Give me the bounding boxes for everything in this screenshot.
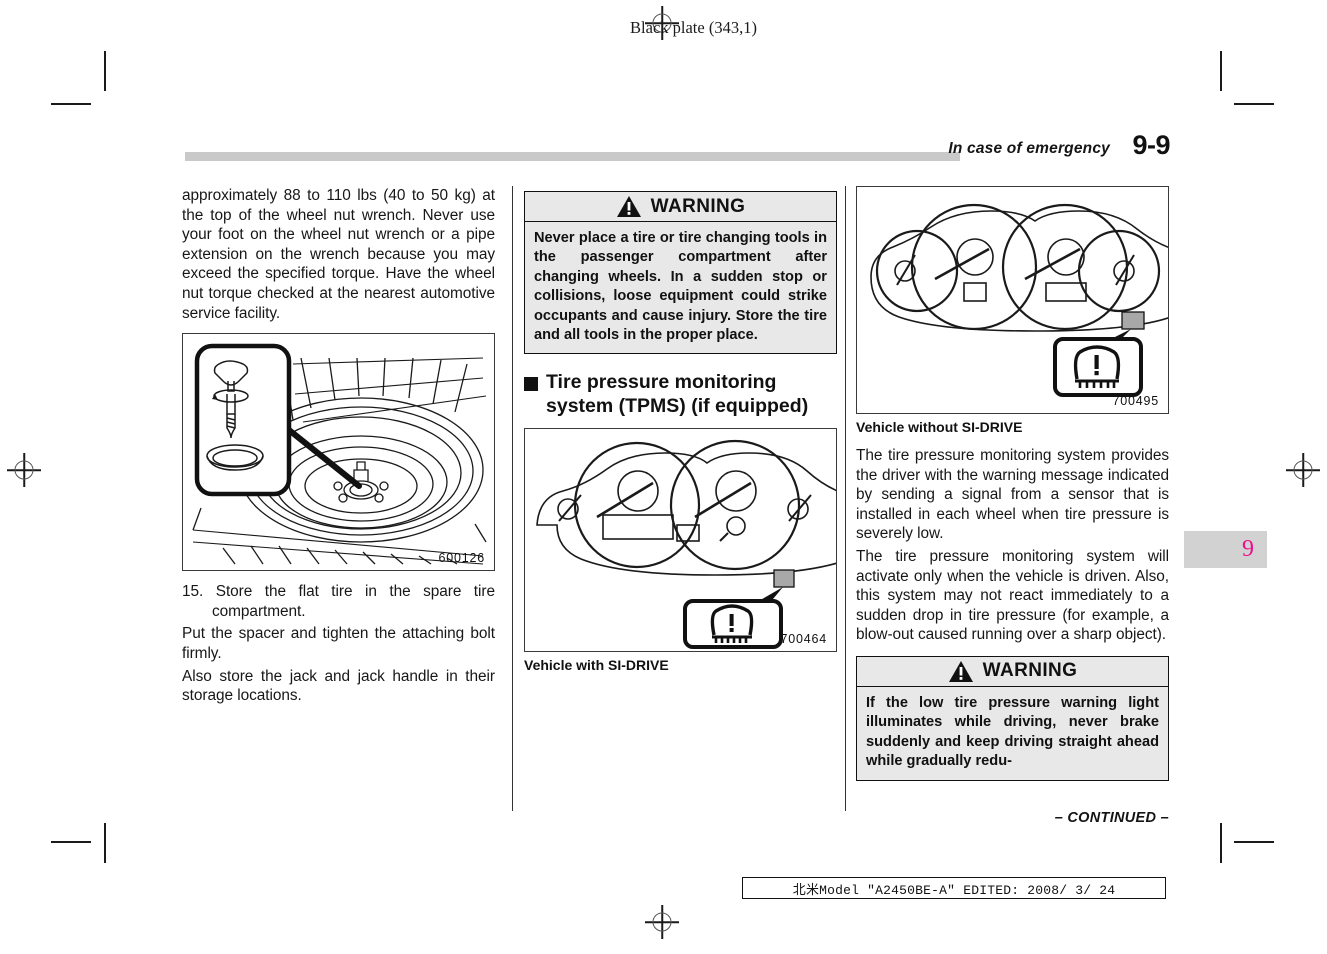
figure-cluster-without-si-drive: 700495 bbox=[856, 186, 1169, 414]
crop-mark-top-right-horizontal bbox=[1234, 103, 1274, 105]
section-heading-tpms: Tire pressure monitoring system (TPMS) (… bbox=[524, 370, 837, 418]
figure-number: 600126 bbox=[438, 551, 485, 566]
left-paragraph-2: Put the spacer and tighten the attaching… bbox=[182, 625, 495, 662]
warning-header: WARNING bbox=[524, 191, 837, 222]
page-number: 9-9 bbox=[1132, 130, 1170, 160]
crop-mark-top-left-horizontal bbox=[51, 103, 91, 105]
figure-caption: Vehicle with SI-DRIVE bbox=[524, 657, 669, 674]
figure-number: 700464 bbox=[780, 632, 827, 647]
column-left: approximately 88 to 110 lbs (40 to 50 kg… bbox=[182, 186, 495, 706]
manual-page: Black plate (343,1) In case of emergency… bbox=[0, 0, 1327, 954]
column-divider-left bbox=[512, 186, 514, 811]
warning-triangle-icon bbox=[948, 660, 973, 682]
left-paragraph-1: approximately 88 to 110 lbs (40 to 50 kg… bbox=[182, 187, 495, 322]
running-head: In case of emergency 9-9 bbox=[185, 130, 1170, 170]
crop-mark-bottom-right-horizontal bbox=[1234, 841, 1274, 843]
registration-mark-right bbox=[1286, 453, 1320, 487]
column-divider-right bbox=[845, 186, 847, 811]
crop-mark-top-left-vertical bbox=[104, 51, 106, 91]
left-step-15: 15. Store the flat tire in the spare tir… bbox=[182, 583, 495, 620]
chapter-thumb-tab: 9 bbox=[1184, 531, 1267, 568]
black-plate-text: Black plate (343,1) bbox=[630, 18, 757, 37]
tpms-telltale-location bbox=[773, 569, 795, 589]
warning-label: WARNING bbox=[982, 660, 1078, 682]
registration-mark-left bbox=[7, 453, 41, 487]
edit-stamp-text: 北米Model "A2450BE-A" EDITED: 2008/ 3/ 24 bbox=[792, 882, 1116, 898]
warning-label: WARNING bbox=[650, 195, 746, 217]
crop-mark-top-right-vertical bbox=[1220, 51, 1222, 91]
figure-spare-tire-compartment: 600126 bbox=[182, 333, 495, 572]
column-middle: WARNING Never place a tire or tire chang… bbox=[524, 186, 837, 673]
running-head-section: In case of emergency bbox=[948, 140, 1110, 157]
warning-body: Never place a tire or tire changing tool… bbox=[524, 222, 837, 355]
left-paragraph-3: Also store the jack and jack handle in t… bbox=[182, 667, 495, 705]
warning-text: Never place a tire or tire changing tool… bbox=[534, 230, 827, 344]
crop-mark-bottom-right-vertical bbox=[1220, 823, 1222, 863]
spare-tire-compartment-illustration bbox=[191, 343, 487, 565]
right-paragraph-1: The tire pressure monitoring system prov… bbox=[856, 447, 1169, 543]
warning-box-low-pressure: WARNING If the low tire pressure warning… bbox=[856, 655, 1169, 781]
warning-header: WARNING bbox=[856, 655, 1169, 687]
section-bullet-icon bbox=[524, 377, 538, 392]
instrument-cluster-without-si-drive-illustration bbox=[870, 203, 1168, 397]
black-plate-label: Black plate (343,1) bbox=[0, 18, 1327, 38]
warning-box-tools: WARNING Never place a tire or tire chang… bbox=[524, 191, 837, 355]
chapter-thumb-tab-number: 9 bbox=[1242, 536, 1254, 562]
section-heading-text: Tire pressure monitoring system (TPMS) (… bbox=[546, 371, 809, 418]
right-paragraph-2: The tire pressure monitoring system will… bbox=[856, 547, 1169, 644]
figure-cluster-with-si-drive: 700464 bbox=[524, 428, 837, 653]
crop-mark-bottom-left-vertical bbox=[104, 823, 106, 863]
warning-text: If the low tire pressure warning light i… bbox=[866, 694, 1159, 770]
column-right: 700495 Vehicle without SI-DRIVE The tire… bbox=[856, 186, 1169, 781]
figure-caption: Vehicle without SI-DRIVE bbox=[856, 419, 1023, 435]
crop-mark-bottom-left-horizontal bbox=[51, 841, 91, 843]
tpms-telltale-location bbox=[1121, 311, 1145, 330]
warning-triangle-icon bbox=[616, 196, 641, 217]
edit-stamp: 北米Model "A2450BE-A" EDITED: 2008/ 3/ 24 bbox=[742, 877, 1166, 899]
continued-label: – CONTINUED – bbox=[1054, 810, 1169, 826]
instrument-cluster-with-si-drive-illustration bbox=[536, 440, 836, 650]
figure-number: 700495 bbox=[1112, 394, 1159, 408]
warning-body: If the low tire pressure warning light i… bbox=[856, 686, 1169, 781]
running-head-rule bbox=[185, 152, 960, 161]
registration-mark-bottom bbox=[645, 905, 679, 939]
